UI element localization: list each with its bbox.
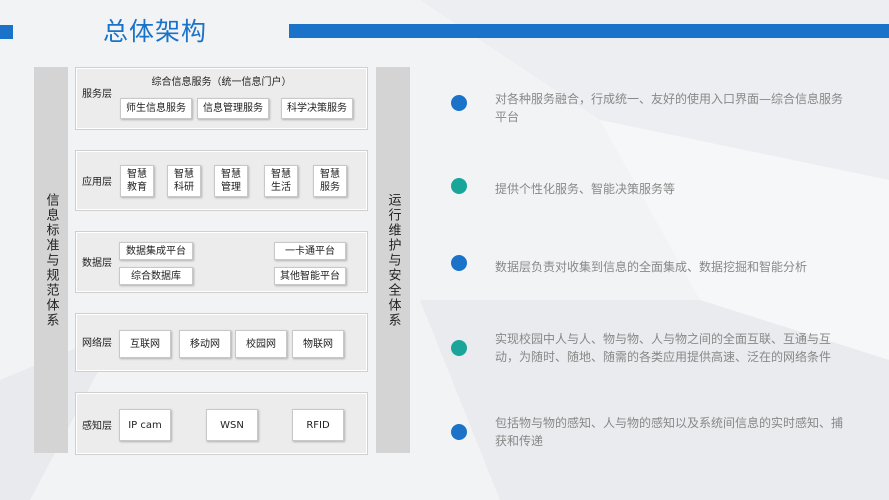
description-3: 数据层负责对收集到信息的全面集成、数据挖掘和智能分析	[495, 260, 808, 274]
operations-column: 运行维护与安全体系	[376, 67, 410, 453]
perception-box-ipcam: IP cam	[119, 409, 171, 441]
service-layer-label: 服务层	[82, 89, 112, 100]
app-box-4: 智慧 生活	[264, 165, 298, 197]
description-2: 提供个性化服务、智能决策服务等	[495, 182, 676, 196]
perception-box-wsn: WSN	[206, 409, 258, 441]
bullet-dot-5	[451, 424, 467, 440]
network-box-mobile: 移动网	[179, 330, 231, 358]
data-box-other: 其他智能平台	[274, 267, 346, 285]
bullet-dot-3	[451, 255, 467, 271]
description-5: 包括物与物的感知、人与物的感知以及系统间信息的实时感知、捕获和传递	[495, 416, 844, 448]
network-layer: 网络层 互联网 移动网 校园网 物联网	[75, 313, 368, 372]
network-box-iot: 物联网	[292, 330, 344, 358]
description-4: 实现校园中人与人、物与物、人与物之间的全面互联、互通与互动，为随时、随地、随需的…	[495, 332, 832, 364]
title-accent-left	[0, 25, 13, 39]
bullet-dot-4	[451, 340, 467, 356]
app-box-1: 智慧 教育	[120, 165, 154, 197]
data-layer: 数据层 数据集成平台 综合数据库 一卡通平台 其他智能平台	[75, 231, 368, 293]
service-layer-title: 综合信息服务（统一信息门户）	[151, 77, 292, 88]
title-accent-right	[289, 24, 889, 38]
service-box-1: 师生信息服务	[120, 98, 192, 119]
service-box-2: 信息管理服务	[197, 98, 269, 119]
operations-column-label: 运行维护与安全体系	[385, 192, 401, 328]
app-box-3: 智慧 管理	[214, 165, 248, 197]
bullet-dot-1	[451, 95, 467, 111]
network-box-campus: 校园网	[235, 330, 287, 358]
standards-column: 信息标准与规范体系	[34, 67, 68, 453]
app-box-2: 智慧 科研	[167, 165, 201, 197]
perception-layer-label: 感知层	[82, 421, 112, 432]
perception-layer: 感知层 IP cam WSN RFID	[75, 392, 368, 455]
perception-box-rfid: RFID	[292, 409, 344, 441]
application-layer-label: 应用层	[82, 177, 112, 188]
application-layer: 应用层 智慧 教育 智慧 科研 智慧 管理 智慧 生活 智慧 服务	[75, 150, 368, 211]
data-box-database: 综合数据库	[119, 267, 193, 285]
description-1: 对各种服务融合，行成统一、友好的使用入口界面—综合信息服务平台	[495, 92, 844, 124]
app-box-5: 智慧 服务	[313, 165, 347, 197]
service-box-3: 科学决策服务	[281, 98, 353, 119]
page-title: 总体架构	[103, 17, 208, 46]
standards-column-label: 信息标准与规范体系	[43, 192, 59, 328]
data-box-integration: 数据集成平台	[119, 242, 193, 260]
bullet-dot-2	[451, 178, 467, 194]
network-layer-label: 网络层	[82, 338, 112, 349]
data-box-card: 一卡通平台	[274, 242, 346, 260]
network-box-internet: 互联网	[119, 330, 171, 358]
service-layer: 综合信息服务（统一信息门户） 服务层 师生信息服务 信息管理服务 科学决策服务	[75, 67, 368, 130]
data-layer-label: 数据层	[82, 258, 112, 269]
